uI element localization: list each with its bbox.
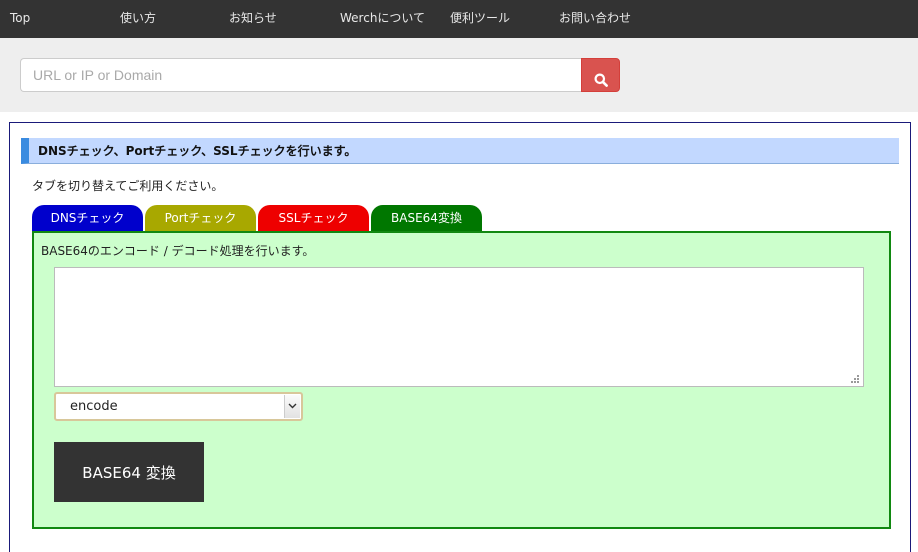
chevron-down-icon <box>288 403 297 409</box>
tab-port-check[interactable]: Portチェック <box>145 205 256 231</box>
search-input[interactable] <box>20 58 581 92</box>
nav-top[interactable]: Top <box>10 0 30 38</box>
nav-about[interactable]: Werchについて <box>340 0 425 38</box>
instruction-text: タブを切り替えてご利用ください。 <box>32 179 224 193</box>
top-navigation: Top 使い方 お知らせ Werchについて 便利ツール お問い合わせ <box>0 0 918 38</box>
nav-tools[interactable]: 便利ツール <box>450 0 510 38</box>
mode-select-value: encode <box>70 399 118 414</box>
section-heading: DNSチェック、Portチェック、SSLチェックを行います。 <box>38 144 357 158</box>
base64-description: BASE64のエンコード / デコード処理を行います。 <box>41 244 315 258</box>
tab-dns-check[interactable]: DNSチェック <box>32 205 143 231</box>
mode-select[interactable]: encode <box>54 392 303 421</box>
tab-ssl-check[interactable]: SSLチェック <box>258 205 369 231</box>
select-arrow[interactable] <box>284 395 300 418</box>
base64-input-textarea[interactable] <box>54 267 864 387</box>
nav-contact[interactable]: お問い合わせ <box>559 0 631 38</box>
section-heading-bar: DNSチェック、Portチェック、SSLチェックを行います。 <box>21 138 899 164</box>
search-button[interactable] <box>581 58 620 92</box>
resize-grip-icon[interactable] <box>850 374 860 384</box>
search-area <box>0 38 918 112</box>
nav-usage[interactable]: 使い方 <box>120 0 156 38</box>
tab-base64-convert[interactable]: BASE64変換 <box>371 205 482 231</box>
base64-tab-content: BASE64のエンコード / デコード処理を行います。 encode BASE6… <box>32 231 891 529</box>
main-panel: DNSチェック、Portチェック、SSLチェックを行います。 タブを切り替えてご… <box>9 122 911 552</box>
nav-news[interactable]: お知らせ <box>229 0 277 38</box>
base64-convert-button[interactable]: BASE64 変換 <box>54 442 204 502</box>
search-icon <box>594 73 608 87</box>
